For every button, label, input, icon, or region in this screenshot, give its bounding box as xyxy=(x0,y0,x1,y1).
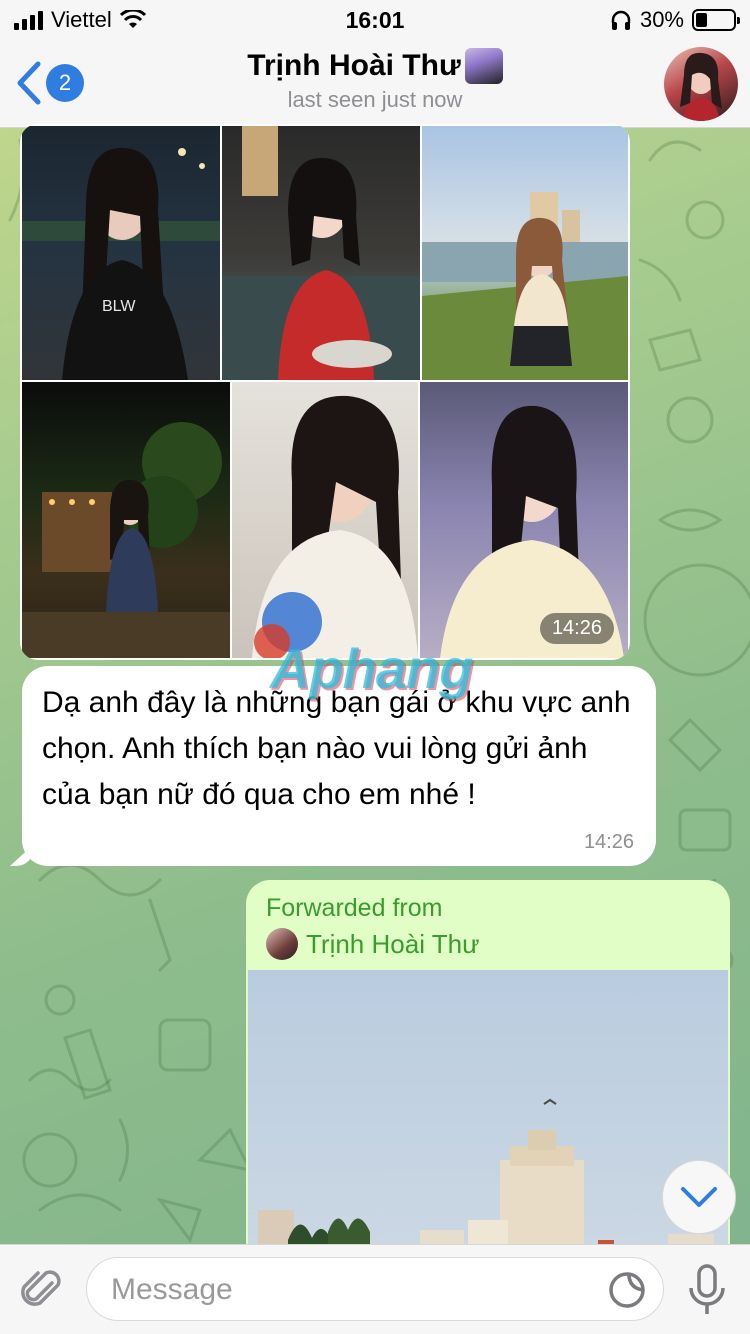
album-photo-5[interactable] xyxy=(232,382,418,658)
paperclip-icon[interactable] xyxy=(18,1265,66,1313)
photo-2-scene xyxy=(222,126,420,380)
album-time: 14:26 xyxy=(539,613,614,644)
battery-percent: 30% xyxy=(639,7,684,32)
battery-icon xyxy=(692,9,740,31)
message-input-bar xyxy=(0,1244,750,1334)
watermark-logo: Aphang xyxy=(270,637,473,700)
album-photo-3[interactable] xyxy=(422,126,628,380)
chevron-down-icon xyxy=(681,1187,717,1207)
svg-text:BLW: BLW xyxy=(102,298,136,315)
message-input[interactable] xyxy=(111,1268,591,1312)
chevron-left-icon xyxy=(17,61,41,105)
contact-avatar[interactable] xyxy=(664,47,738,121)
headphones-icon xyxy=(611,10,631,30)
forwarded-from[interactable]: Trịnh Hoài Thư xyxy=(266,928,479,960)
photo-1-scene: BLW xyxy=(22,147,220,380)
chat-header: 2 Trịnh Hoài Thư last seen just now xyxy=(0,42,750,128)
status-bar: Viettel 16:01 30% xyxy=(0,0,750,42)
album-photo-1[interactable]: BLW xyxy=(22,126,220,380)
microphone-icon[interactable] xyxy=(684,1263,730,1317)
message-time: 14:26 xyxy=(583,831,634,853)
album-photo-2[interactable] xyxy=(222,126,420,380)
avatar-portrait xyxy=(680,52,722,121)
last-seen-status: last seen just now xyxy=(287,87,463,112)
photo-5-scene xyxy=(252,395,418,658)
chat-title[interactable]: Trịnh Hoài Thư last seen just now xyxy=(150,48,600,113)
forwarded-avatar xyxy=(266,928,298,960)
forwarded-label: Forwarded from xyxy=(266,894,443,922)
photo-4-scene xyxy=(22,422,230,658)
scroll-down-button[interactable] xyxy=(662,1160,736,1234)
battery-fill xyxy=(696,13,707,27)
photo-3-scene xyxy=(422,192,628,380)
photo-album[interactable]: BLW 14:26 xyxy=(20,124,630,660)
forwarded-name: Trịnh Hoài Thư xyxy=(306,928,480,959)
unread-badge: 2 xyxy=(46,64,84,102)
contact-name: Trịnh Hoài Thư xyxy=(247,49,461,82)
forwarded-message[interactable]: Forwarded from Trịnh Hoài Thư xyxy=(246,880,730,1270)
girl-emoji-icon xyxy=(464,48,503,84)
message-field[interactable] xyxy=(86,1257,664,1321)
album-photo-4[interactable] xyxy=(22,382,230,658)
sticker-icon[interactable] xyxy=(607,1270,647,1310)
back-button[interactable]: 2 xyxy=(14,60,84,106)
forwarded-photo[interactable] xyxy=(248,970,728,1270)
forwarded-photo-scene xyxy=(258,1098,714,1270)
contact-name-row: Trịnh Hoài Thư xyxy=(247,48,503,84)
album-photo-6[interactable]: 14:26 xyxy=(420,382,628,658)
status-right: 30% xyxy=(610,7,740,33)
